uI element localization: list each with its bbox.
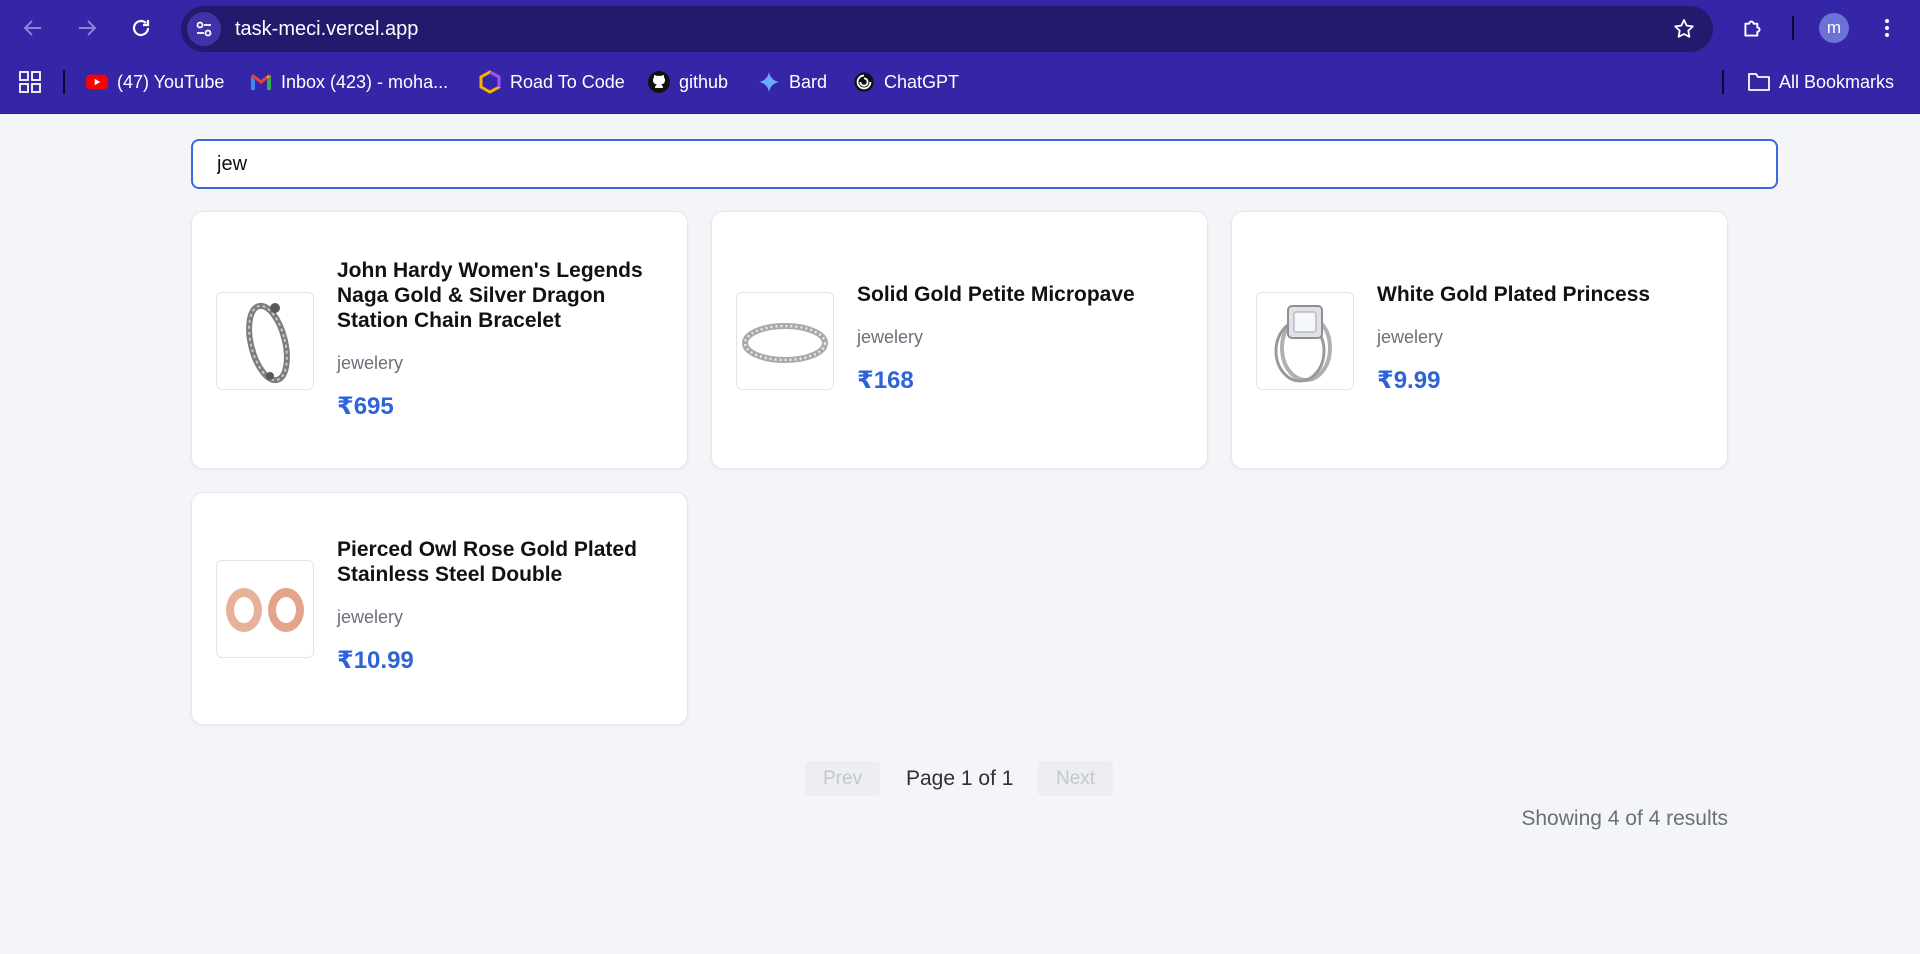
product-category: jewelery	[857, 327, 924, 347]
ring-image	[742, 323, 828, 363]
back-button[interactable]	[13, 8, 53, 48]
back-arrow-icon	[23, 20, 41, 36]
product-title: White Gold Plated Princess	[1377, 283, 1651, 306]
results-count: Showing 4 of 4 results	[1521, 807, 1728, 830]
product-image	[216, 560, 314, 658]
product-image	[1256, 292, 1354, 390]
forward-arrow-icon	[79, 20, 97, 36]
page-indicator: Page 1 of 1	[906, 767, 1014, 790]
folder-icon	[1747, 70, 1771, 94]
product-title: John Hardy Women's Legends Naga Gold & S…	[337, 259, 643, 332]
bookmark-youtube[interactable]: (47) YouTube	[85, 56, 224, 108]
product-image	[216, 292, 314, 390]
bookmark-star-button[interactable]	[1669, 14, 1699, 44]
product-info: White Gold Plated Princess jewelery ₹9.9…	[1377, 282, 1703, 395]
youtube-icon	[85, 70, 109, 94]
bookmark-label: ChatGPT	[884, 71, 960, 92]
bookmark-chatgpt[interactable]: ChatGPT	[852, 56, 959, 108]
all-bookmarks-label: All Bookmarks	[1779, 71, 1895, 92]
bard-icon	[757, 70, 781, 94]
puzzle-icon	[1744, 20, 1761, 37]
plug-earrings-image	[226, 588, 304, 632]
product-price: ₹695	[337, 393, 394, 420]
product-info: Solid Gold Petite Micropave jewelery ₹16…	[857, 282, 1183, 395]
product-card[interactable]: John Hardy Women's Legends Naga Gold & S…	[191, 211, 688, 469]
bookmarks-bar: (47) YouTube Inbox (423) - moha... Road …	[0, 56, 1920, 114]
github-icon	[647, 70, 671, 94]
bookmark-gmail[interactable]: Inbox (423) - moha...	[249, 56, 448, 108]
product-card[interactable]: Solid Gold Petite Micropave jewelery ₹16…	[711, 211, 1208, 469]
bookmarks-divider-right	[1722, 70, 1724, 94]
tune-icon	[196, 21, 212, 37]
star-icon	[1674, 19, 1694, 38]
site-settings-button[interactable]	[187, 12, 221, 46]
kebab-menu-icon	[1885, 19, 1889, 37]
bookmark-github[interactable]: github	[647, 56, 728, 108]
apps-grid-icon	[19, 71, 41, 93]
bookmark-label: Road To Code	[510, 71, 625, 92]
gmail-icon	[249, 70, 273, 94]
forward-button[interactable]	[67, 8, 107, 48]
apps-button[interactable]	[18, 56, 42, 108]
search-input[interactable]	[191, 139, 1778, 189]
browser-toolbar: task-meci.vercel.app m	[0, 0, 1920, 56]
product-category: jewelery	[337, 353, 404, 373]
profile-avatar[interactable]: m	[1819, 13, 1849, 43]
product-price: ₹168	[857, 367, 914, 394]
product-image	[736, 292, 834, 390]
bookmarks-divider	[63, 70, 65, 94]
product-card[interactable]: White Gold Plated Princess jewelery ₹9.9…	[1231, 211, 1728, 469]
bookmark-label: Bard	[789, 71, 828, 92]
bookmark-bard[interactable]: Bard	[757, 56, 827, 108]
product-category: jewelery	[1377, 327, 1444, 347]
product-card[interactable]: Pierced Owl Rose Gold Plated Stainless S…	[191, 492, 688, 725]
extensions-button[interactable]	[1733, 8, 1773, 48]
product-info: Pierced Owl Rose Gold Plated Stainless S…	[337, 537, 663, 675]
bookmark-label: Inbox (423) - moha...	[281, 71, 449, 92]
product-title: Pierced Owl Rose Gold Plated Stainless S…	[337, 538, 637, 586]
princess-ring-image	[1274, 305, 1332, 383]
product-title: Solid Gold Petite Micropave	[857, 283, 1135, 306]
product-category: jewelery	[337, 607, 404, 627]
product-price: ₹9.99	[1377, 367, 1441, 394]
next-button[interactable]: Next	[1038, 761, 1114, 796]
reload-button[interactable]	[121, 8, 161, 48]
prev-button[interactable]: Prev	[805, 761, 881, 796]
all-bookmarks-button[interactable]: All Bookmarks	[1747, 56, 1894, 108]
bookmark-label: github	[679, 71, 729, 92]
address-bar[interactable]: task-meci.vercel.app	[181, 6, 1713, 52]
road-to-code-icon	[478, 70, 502, 94]
url-text: task-meci.vercel.app	[235, 18, 419, 40]
browser-menu-button[interactable]	[1867, 8, 1907, 48]
toolbar-divider	[1792, 16, 1794, 40]
bookmark-label: (47) YouTube	[117, 71, 225, 92]
reload-icon	[132, 19, 150, 37]
bookmark-road-to-code[interactable]: Road To Code	[478, 56, 625, 108]
chatgpt-icon	[852, 70, 876, 94]
bracelet-image	[246, 302, 290, 384]
product-info: John Hardy Women's Legends Naga Gold & S…	[337, 258, 663, 421]
product-price: ₹10.99	[337, 647, 414, 674]
